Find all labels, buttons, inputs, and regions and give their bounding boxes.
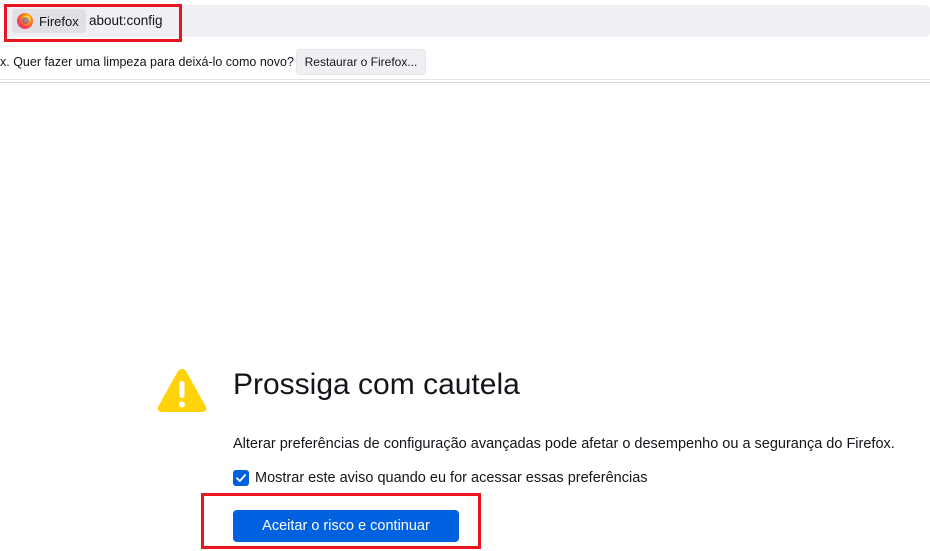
notification-message: x. Quer fazer uma limpeza para deixá-lo …: [0, 55, 294, 69]
urlbar-row: Firefox about:config: [0, 0, 930, 42]
warning-description: Alterar preferências de configuração ava…: [233, 436, 895, 452]
page-title: Prossiga com cautela: [233, 368, 520, 401]
warning-triangle-icon: [157, 369, 207, 412]
show-warning-checkbox[interactable]: [233, 470, 249, 486]
restore-firefox-button[interactable]: Restaurar o Firefox...: [296, 49, 426, 75]
firefox-logo-icon: [17, 13, 33, 29]
checkmark-icon: [236, 474, 247, 482]
accept-risk-button[interactable]: Aceitar o risco e continuar: [233, 510, 459, 542]
url-text[interactable]: about:config: [89, 13, 163, 28]
show-warning-checkbox-row[interactable]: Mostrar este aviso quando eu for acessar…: [233, 470, 648, 486]
identity-label: Firefox: [39, 13, 79, 29]
url-bar[interactable]: Firefox about:config: [8, 5, 930, 37]
separator: [0, 82, 930, 83]
notification-bar: x. Quer fazer uma limpeza para deixá-lo …: [0, 42, 930, 80]
identity-box[interactable]: Firefox: [12, 9, 86, 33]
show-warning-checkbox-label: Mostrar este aviso quando eu for acessar…: [255, 470, 648, 486]
